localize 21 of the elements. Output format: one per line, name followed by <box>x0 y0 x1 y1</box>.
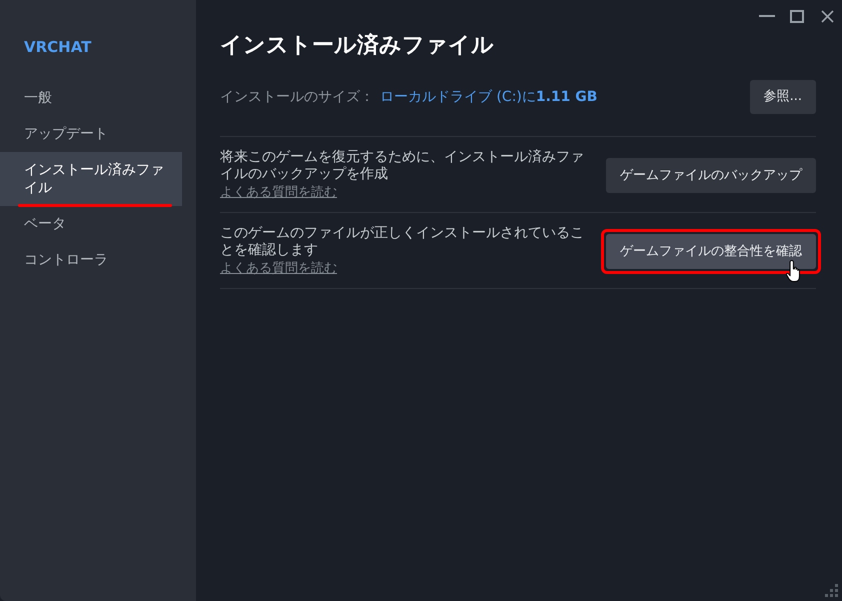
action-description: このゲームのファイルが正しくインストールされていることを確認します <box>220 225 585 259</box>
maximize-icon <box>790 10 804 22</box>
sidebar-item[interactable]: ベータ <box>0 206 182 242</box>
action-description: 将来このゲームを復元するために、インストール済みファイルのバックアップを作成 <box>220 149 585 183</box>
sidebar-item[interactable]: アップデート <box>0 116 182 152</box>
faq-link[interactable]: よくある質問を読む <box>220 183 340 202</box>
action-button[interactable]: ゲームファイルのバックアップ <box>606 158 816 193</box>
action-button[interactable]: ゲームファイルの整合性を確認 <box>606 234 816 269</box>
browse-button[interactable]: 参照... <box>750 80 816 114</box>
hand-cursor-icon <box>786 260 800 282</box>
install-size-label: インストールのサイズ： <box>220 88 374 106</box>
minimize-icon <box>759 15 775 17</box>
game-title: VRCHAT <box>23 37 92 58</box>
sidebar-item[interactable]: インストール済みファイル <box>0 152 182 206</box>
close-icon <box>820 10 834 22</box>
page-title: インストール済みファイル <box>220 32 495 60</box>
faq-link[interactable]: よくある質問を読む <box>220 259 340 278</box>
sidebar-item[interactable]: コントローラ <box>0 242 182 278</box>
install-size-value: ローカルドライブ (C:)に1.11 GB <box>380 88 598 106</box>
resize-grip-icon <box>825 584 838 597</box>
sidebar-item[interactable]: 一般 <box>0 80 182 116</box>
